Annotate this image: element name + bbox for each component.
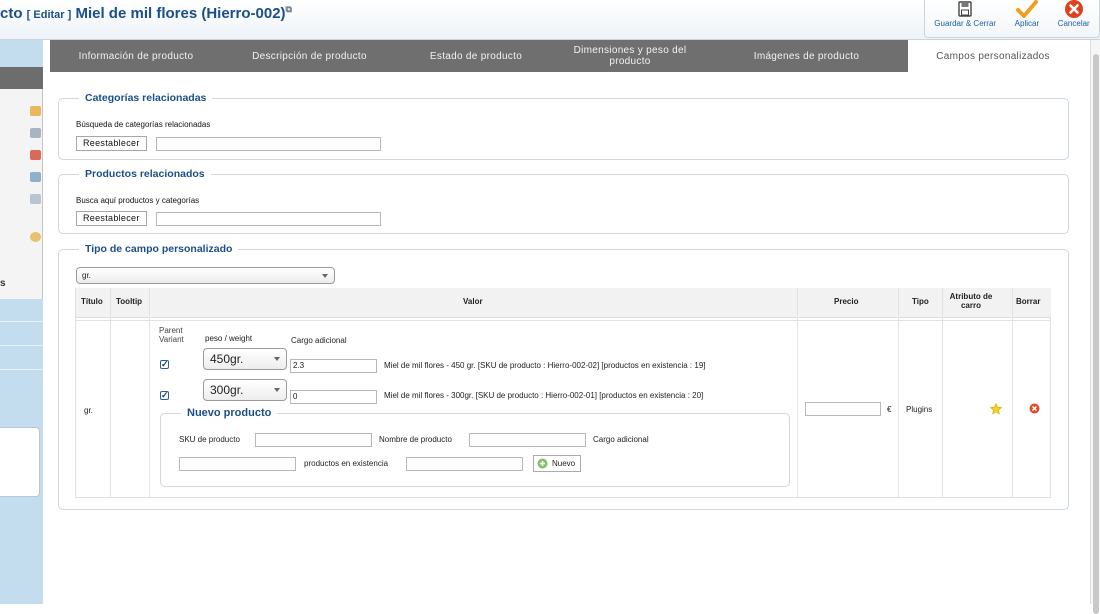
reset-products-button[interactable]: Reestablecer [76,211,147,226]
cancel-x-icon [1064,0,1084,18]
new-charge-label: Cargo adicional [593,435,649,444]
related-products-legend: Productos relacionados [85,168,205,180]
variant-300-charge-input[interactable]: 0 [290,390,377,404]
col-price-header: Precio [834,297,859,306]
vertical-scrollbar[interactable] [1090,40,1100,614]
extra-charge-header: Cargo adicional [291,336,347,345]
cancel-label: Cancelar [1057,19,1090,28]
delete-icon[interactable] [1029,403,1040,416]
chart-icon[interactable] [30,172,41,182]
custom-field-type-value: gr. [82,271,91,280]
variant-450-description: Miel de mil flores - 450 gr. [SKU de pro… [384,361,706,370]
apply-button[interactable]: Aplicar [1015,0,1039,37]
new-product-section: Nuevo producto SKU de producto Nombre de… [160,407,790,487]
tab-dimensions-weight[interactable]: Dimensiones y peso del producto [555,40,705,72]
variant-450-charge-input[interactable]: 2.3 [290,359,377,373]
chevron-down-icon [322,273,328,278]
cancel-button[interactable]: Cancelar [1058,0,1090,37]
new-name-label: Nombre de producto [379,435,452,444]
custom-fields-table-header [76,288,1051,318]
variant-450-weight-select[interactable]: 450gr. [203,348,287,370]
related-categories-section: Categorías relacionadas Búsqueda de cate… [58,92,1069,160]
custom-field-legend: Tipo de campo personalizado [85,243,233,255]
variant-300-description: Miel de mil flores - 300gr. [SKU de prod… [384,391,704,400]
row-divider [76,320,1051,321]
variant-300-checkbox[interactable]: ✓ [160,391,169,400]
toolbar: Guardar & Cerrar Aplicar Cancelar [924,0,1100,38]
variant-450-weight-value: 450gr. [210,352,244,366]
title-prefix: cto [0,5,23,22]
related-categories-search-label: Búsqueda de categorías relacionadas [76,120,211,129]
tab-product-info[interactable]: Información de producto [50,40,222,72]
col-type-header: Tipo [912,297,929,306]
sidebar-section-label: s [0,278,6,289]
new-sku-input[interactable] [255,433,372,447]
sidebar-divider [0,369,43,370]
related-products-search-label: Busca aquí productos y categorías [76,196,200,205]
related-categories-legend: Categorías relacionadas [85,92,207,104]
image-icon[interactable] [30,128,41,138]
sidebar-menu [0,89,43,299]
star-icon[interactable] [989,402,1003,417]
product-tabs: Información de producto Descripción de p… [50,40,1078,72]
new-stock-input[interactable] [406,457,523,471]
product-name: Miel de mil flores (Hierro-002) [75,5,286,22]
save-close-label: Guardar & Cerrar [934,19,997,28]
new-charge-input[interactable] [179,457,296,471]
variant-300-weight-value: 300gr. [210,383,244,397]
document-icon[interactable] [30,150,41,160]
external-link-icon[interactable]: ⧉ [286,4,292,14]
floppy-disk-icon [958,0,972,18]
main-content: Información de producto Descripción de p… [50,40,1078,604]
apply-label: Aplicar [1014,19,1040,28]
related-categories-input[interactable] [156,137,381,151]
comment-icon[interactable] [30,232,41,242]
left-sidebar: s [0,40,43,604]
row-type: Plugins [906,405,933,414]
row-title: gr. [84,406,93,415]
new-name-input[interactable] [469,433,586,447]
sidebar-header [0,67,43,89]
related-products-section: Productos relacionados Busca aquí produc… [58,168,1069,234]
new-product-legend: Nuevo producto [187,407,272,419]
col-title-header: Título [81,297,103,306]
chevron-down-icon [274,357,280,361]
custom-field-type-select[interactable]: gr. [76,267,335,284]
new-sku-label: SKU de producto [179,435,240,444]
checkmark-icon [1015,0,1038,18]
new-variant-button-label: Nuevo [552,459,576,468]
col-tooltip-header: Tooltip [116,297,143,306]
page-title: cto [ Editar ] Miel de mil flores (Hierr… [0,4,292,22]
weight-header: peso / weight [205,334,253,343]
folder-icon[interactable] [30,106,41,116]
sidebar-divider [0,345,43,346]
tab-product-images[interactable]: Imágenes de producto [705,40,908,72]
scrollbar-thumb[interactable] [1093,54,1099,614]
chevron-down-icon [274,388,280,392]
new-variant-button[interactable]: Nuevo [533,455,582,472]
col-value-header: Valor [463,297,483,306]
currency-symbol: € [887,405,892,414]
reset-categories-button[interactable]: Reestablecer [76,136,147,151]
col-cart-attribute-header: Atributo de carro [949,292,993,310]
related-products-input[interactable] [156,212,381,226]
sidebar-divider [0,321,43,322]
edit-label: [ Editar ] [26,9,72,21]
tab-product-description[interactable]: Descripción de producto [222,40,397,72]
tab-custom-fields[interactable]: Campos personalizados [908,40,1078,72]
calendar-icon[interactable] [30,194,41,204]
variant-450-checkbox[interactable]: ✓ [160,360,169,369]
sidebar-panel [0,427,40,497]
tab-product-status[interactable]: Estado de producto [397,40,555,72]
page-header: cto [ Editar ] Miel de mil flores (Hierr… [0,0,1100,40]
add-plus-icon [537,458,548,469]
price-input[interactable] [805,402,881,416]
save-close-button[interactable]: Guardar & Cerrar [934,0,996,37]
new-stock-label: productos en existencia [304,459,389,468]
col-delete-header: Borrar [1016,297,1041,306]
variant-300-weight-select[interactable]: 300gr. [203,379,287,401]
parent-variant-header: Parent Variant [159,326,184,344]
